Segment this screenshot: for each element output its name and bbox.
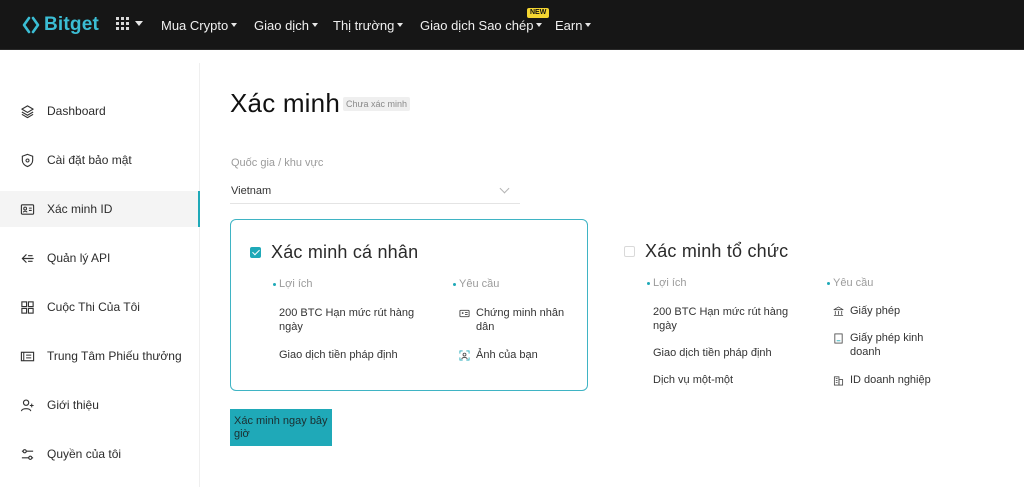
requirement-item: Giấy phép kinh doanh bbox=[833, 331, 950, 359]
nav-markets[interactable]: Thị trường bbox=[333, 16, 404, 34]
requirements-label: Yêu cầu bbox=[827, 277, 873, 289]
sidebar-item-label: Quản lý API bbox=[47, 251, 111, 265]
nav-copy-trading[interactable]: Giao dịch Sao chép bbox=[420, 16, 543, 34]
sidebar-item-coupon-center[interactable]: Trung Tâm Phiếu thưởng bbox=[0, 338, 200, 374]
requirement-item: Giấy phép bbox=[833, 304, 950, 318]
sidebar-item-dashboard[interactable]: Dashboard bbox=[0, 93, 200, 129]
account-sidebar: Dashboard Cài đặt bảo mật Xác minh ID Qu… bbox=[0, 63, 200, 487]
apps-menu-button[interactable] bbox=[116, 17, 143, 30]
building-icon bbox=[833, 376, 844, 386]
bitget-logo-icon bbox=[22, 16, 40, 34]
id-document-icon bbox=[459, 309, 470, 318]
selfie-icon bbox=[459, 350, 470, 361]
nav-label: Mua Crypto bbox=[161, 17, 229, 33]
requirement-text: Chứng minh nhân dân bbox=[476, 307, 565, 333]
organization-card-title: Xác minh tổ chức bbox=[645, 241, 789, 261]
nav-buy-crypto[interactable]: Mua Crypto bbox=[161, 16, 238, 34]
nav-label: Earn bbox=[555, 17, 583, 33]
region-value: Vietnam bbox=[231, 184, 272, 197]
id-card-icon bbox=[20, 203, 35, 215]
chevron-down-icon bbox=[231, 23, 238, 27]
sidebar-item-label: Giới thiệu bbox=[47, 398, 99, 412]
personal-verification-card[interactable]: Xác minh cá nhân Lợi ích Yêu cầu 200 BTC… bbox=[230, 219, 588, 391]
benefit-item: 200 BTC Hạn mức rút hàng ngày bbox=[279, 307, 415, 333]
business-license-icon bbox=[834, 333, 843, 344]
layers-icon bbox=[21, 104, 34, 118]
requirement-item: Chứng minh nhân dân bbox=[459, 306, 576, 334]
chevron-down-icon bbox=[397, 23, 404, 27]
benefit-item: Giao dịch tiền pháp định bbox=[653, 347, 772, 359]
bullet-dot bbox=[827, 281, 830, 285]
bullet-dot bbox=[453, 282, 456, 286]
sidebar-item-label: Cài đặt bảo mật bbox=[47, 153, 132, 167]
sidebar-item-label: Xác minh ID bbox=[47, 202, 113, 216]
benefits-label: Lợi ích bbox=[273, 278, 313, 290]
organization-card-header: Xác minh tổ chức bbox=[624, 241, 788, 262]
benefit-item: 200 BTC Hạn mức rút hàng ngày bbox=[653, 306, 789, 332]
sidebar-item-api-management[interactable]: Quản lý API bbox=[0, 240, 200, 276]
requirement-text: Giấy phép bbox=[850, 305, 901, 317]
bullet-dot bbox=[647, 281, 650, 285]
sidebar-item-my-rights[interactable]: Quyền của tôi bbox=[0, 436, 200, 472]
personal-checkbox[interactable] bbox=[250, 247, 261, 258]
top-navigation-bar: Bitget Mua Crypto Giao dịch Thị trường G… bbox=[0, 0, 1024, 50]
bitget-logo[interactable]: Bitget bbox=[22, 13, 99, 37]
bullet-dot bbox=[273, 282, 276, 286]
sidebar-item-security[interactable]: Cài đặt bảo mật bbox=[0, 142, 200, 178]
region-select[interactable]: Vietnam bbox=[230, 178, 520, 204]
sidebar-item-label: Dashboard bbox=[47, 104, 106, 118]
new-badge: NEW bbox=[527, 8, 550, 18]
sidebar-item-id-verification[interactable]: Xác minh ID bbox=[0, 191, 200, 227]
requirement-item: ID doanh nghiệp bbox=[833, 373, 950, 387]
sliders-icon bbox=[21, 448, 34, 460]
requirement-text: Giấy phép kinh doanh bbox=[850, 332, 924, 358]
requirement-text: ID doanh nghiệp bbox=[850, 374, 931, 386]
sidebar-item-label: Cuộc Thi Của Tôi bbox=[47, 300, 140, 314]
personal-card-title: Xác minh cá nhân bbox=[271, 242, 419, 262]
requirements-label: Yêu cầu bbox=[453, 278, 499, 290]
coupon-icon bbox=[20, 351, 35, 361]
benefit-item: Giao dịch tiền pháp định bbox=[279, 349, 398, 361]
brand-name: Bitget bbox=[44, 14, 100, 35]
apps-grid-icon bbox=[116, 17, 129, 30]
benefits-label: Lợi ích bbox=[647, 277, 687, 289]
nav-trade[interactable]: Giao dịch bbox=[254, 16, 318, 34]
nav-label: Giao dịch bbox=[254, 17, 309, 33]
personal-card-header: Xác minh cá nhân bbox=[250, 242, 418, 263]
chevron-down-icon bbox=[536, 23, 543, 27]
sidebar-item-label: Trung Tâm Phiếu thưởng bbox=[47, 349, 182, 363]
user-add-icon bbox=[20, 399, 34, 411]
organization-checkbox[interactable] bbox=[624, 246, 635, 257]
grid-icon bbox=[21, 300, 34, 314]
organization-verification-card[interactable]: Xác minh tổ chức Lợi ích Yêu cầu 200 BTC… bbox=[605, 219, 965, 391]
sidebar-item-my-competitions[interactable]: Cuộc Thi Của Tôi bbox=[0, 289, 200, 325]
requirement-text: Ảnh của bạn bbox=[476, 349, 538, 361]
chevron-down-icon bbox=[499, 183, 510, 194]
page-title: Xác minh bbox=[230, 88, 340, 118]
sidebar-item-label: Quyền của tôi bbox=[47, 447, 122, 461]
chevron-down-icon bbox=[311, 23, 318, 27]
nav-label: Thị trường bbox=[333, 17, 395, 33]
sidebar-item-referral[interactable]: Giới thiệu bbox=[0, 387, 200, 423]
benefit-item: Dịch vụ một-một bbox=[653, 374, 734, 386]
verify-now-button[interactable]: Xác minh ngay bây giờ bbox=[230, 409, 332, 446]
shield-icon bbox=[21, 153, 34, 167]
api-arrow-icon bbox=[21, 253, 34, 263]
benefits-label-text: Lợi ích bbox=[279, 278, 313, 290]
requirements-label-text: Yêu cầu bbox=[459, 278, 500, 290]
benefits-label-text: Lợi ích bbox=[653, 277, 687, 289]
chevron-down-icon bbox=[585, 23, 592, 27]
nav-earn[interactable]: Earn bbox=[555, 16, 592, 34]
license-icon bbox=[833, 306, 844, 317]
requirements-label-text: Yêu cầu bbox=[833, 277, 874, 289]
requirement-item: Ảnh của bạn bbox=[459, 348, 576, 362]
status-badge: Chưa xác minh bbox=[343, 97, 411, 111]
nav-label: Giao dịch Sao chép bbox=[420, 17, 534, 33]
region-label: Quốc gia / khu vực bbox=[231, 157, 324, 169]
chevron-down-icon bbox=[135, 21, 143, 26]
